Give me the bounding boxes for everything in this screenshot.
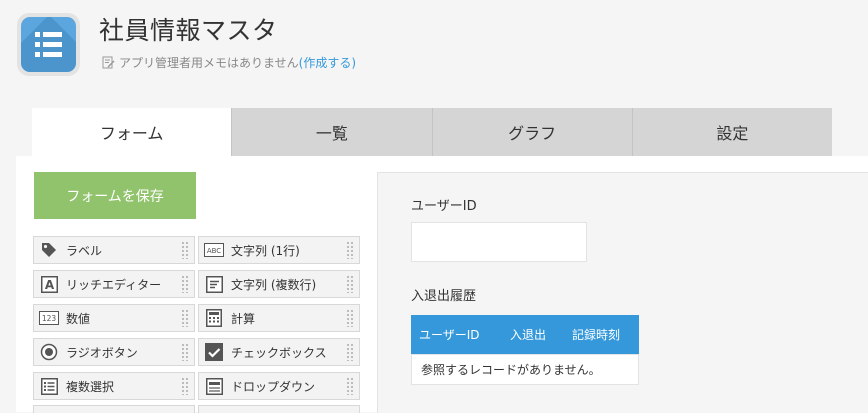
- drag-handle-icon: [181, 343, 189, 361]
- list-icon: [35, 32, 62, 57]
- tab-list[interactable]: 一覧: [231, 108, 432, 156]
- palette-item-name: ラジオボタン: [66, 345, 138, 360]
- calculator-icon: [204, 308, 224, 328]
- tab-form[interactable]: フォーム: [32, 108, 232, 156]
- palette-item-name: 文字列 (複数行): [231, 277, 317, 292]
- abc-icon: ABC: [204, 240, 224, 260]
- table-empty-message: 参照するレコードがありません。: [411, 354, 639, 385]
- tab-bar: フォーム 一覧 グラフ 設定: [32, 108, 832, 156]
- app-memo: アプリ管理者用メモはありません (作成する): [102, 54, 356, 71]
- app-icon: [17, 13, 80, 76]
- rich-editor-icon: A: [39, 274, 59, 294]
- memo-text: アプリ管理者用メモはありません: [119, 56, 299, 70]
- palette-item-name: 複数選択: [66, 379, 115, 394]
- drag-handle-icon: [181, 275, 189, 293]
- reference-table-header: ユーザーID 入退出 記録時刻: [411, 315, 639, 354]
- checkbox-icon: [204, 342, 224, 362]
- palette-item-name: ドロップダウン: [231, 379, 316, 394]
- user-id-field[interactable]: [411, 222, 587, 262]
- drag-handle-icon: [346, 241, 354, 259]
- field-label-history: 入退出履歴: [411, 289, 477, 304]
- drag-handle-icon: [181, 241, 189, 259]
- multiline-text-icon: [204, 274, 224, 294]
- palette-item-calculation[interactable]: 計算: [198, 304, 360, 332]
- number-icon: 123: [39, 308, 59, 328]
- svg-text:ABC: ABC: [207, 247, 221, 255]
- field-label-user-id: ユーザーID: [411, 199, 477, 214]
- table-column-header: ユーザーID: [419, 328, 480, 342]
- palette-item-number[interactable]: 123 数値: [33, 304, 195, 332]
- app-title: 社員情報マスタ: [99, 16, 278, 45]
- drag-handle-icon: [181, 309, 189, 327]
- table-column-header: 入退出: [510, 328, 547, 342]
- multi-select-icon: [39, 376, 59, 396]
- palette-item-multi-line-text[interactable]: 文字列 (複数行): [198, 270, 360, 298]
- drag-handle-icon: [346, 377, 354, 395]
- drag-handle-icon: [346, 343, 354, 361]
- tab-settings[interactable]: 設定: [631, 108, 832, 156]
- drag-handle-icon: [346, 275, 354, 293]
- palette-item-name: リッチエディター: [66, 277, 162, 292]
- svg-text:A: A: [44, 278, 54, 292]
- save-form-button[interactable]: フォームを保存: [34, 172, 196, 219]
- memo-edit-icon: [102, 56, 115, 69]
- palette-item-label[interactable]: ラベル: [33, 236, 195, 264]
- dropdown-icon: [204, 376, 224, 396]
- table-column-header: 記録時刻: [572, 328, 621, 342]
- tag-icon: [39, 240, 59, 260]
- tab-graph[interactable]: グラフ: [431, 108, 632, 156]
- radio-icon: [39, 342, 59, 362]
- palette-item-rich-editor[interactable]: A リッチエディター: [33, 270, 195, 298]
- palette-item-checkbox[interactable]: チェックボックス: [198, 338, 360, 366]
- palette-item-dropdown[interactable]: ドロップダウン: [198, 372, 360, 400]
- drag-handle-icon: [346, 309, 354, 327]
- create-memo-link[interactable]: (作成する): [299, 54, 356, 71]
- palette-item-single-line-text[interactable]: ABC 文字列 (1行): [198, 236, 360, 264]
- palette-item-name: 数値: [66, 311, 91, 326]
- palette-item-name: チェックボックス: [231, 345, 327, 360]
- palette-item-name: ラベル: [66, 243, 103, 258]
- palette-item-radio-button[interactable]: ラジオボタン: [33, 338, 195, 366]
- svg-text:123: 123: [42, 314, 57, 323]
- palette-item-name: 計算: [231, 311, 256, 326]
- drag-handle-icon: [181, 377, 189, 395]
- palette-item-multi-select[interactable]: 複数選択: [33, 372, 195, 400]
- palette-item-name: 文字列 (1行): [231, 243, 300, 258]
